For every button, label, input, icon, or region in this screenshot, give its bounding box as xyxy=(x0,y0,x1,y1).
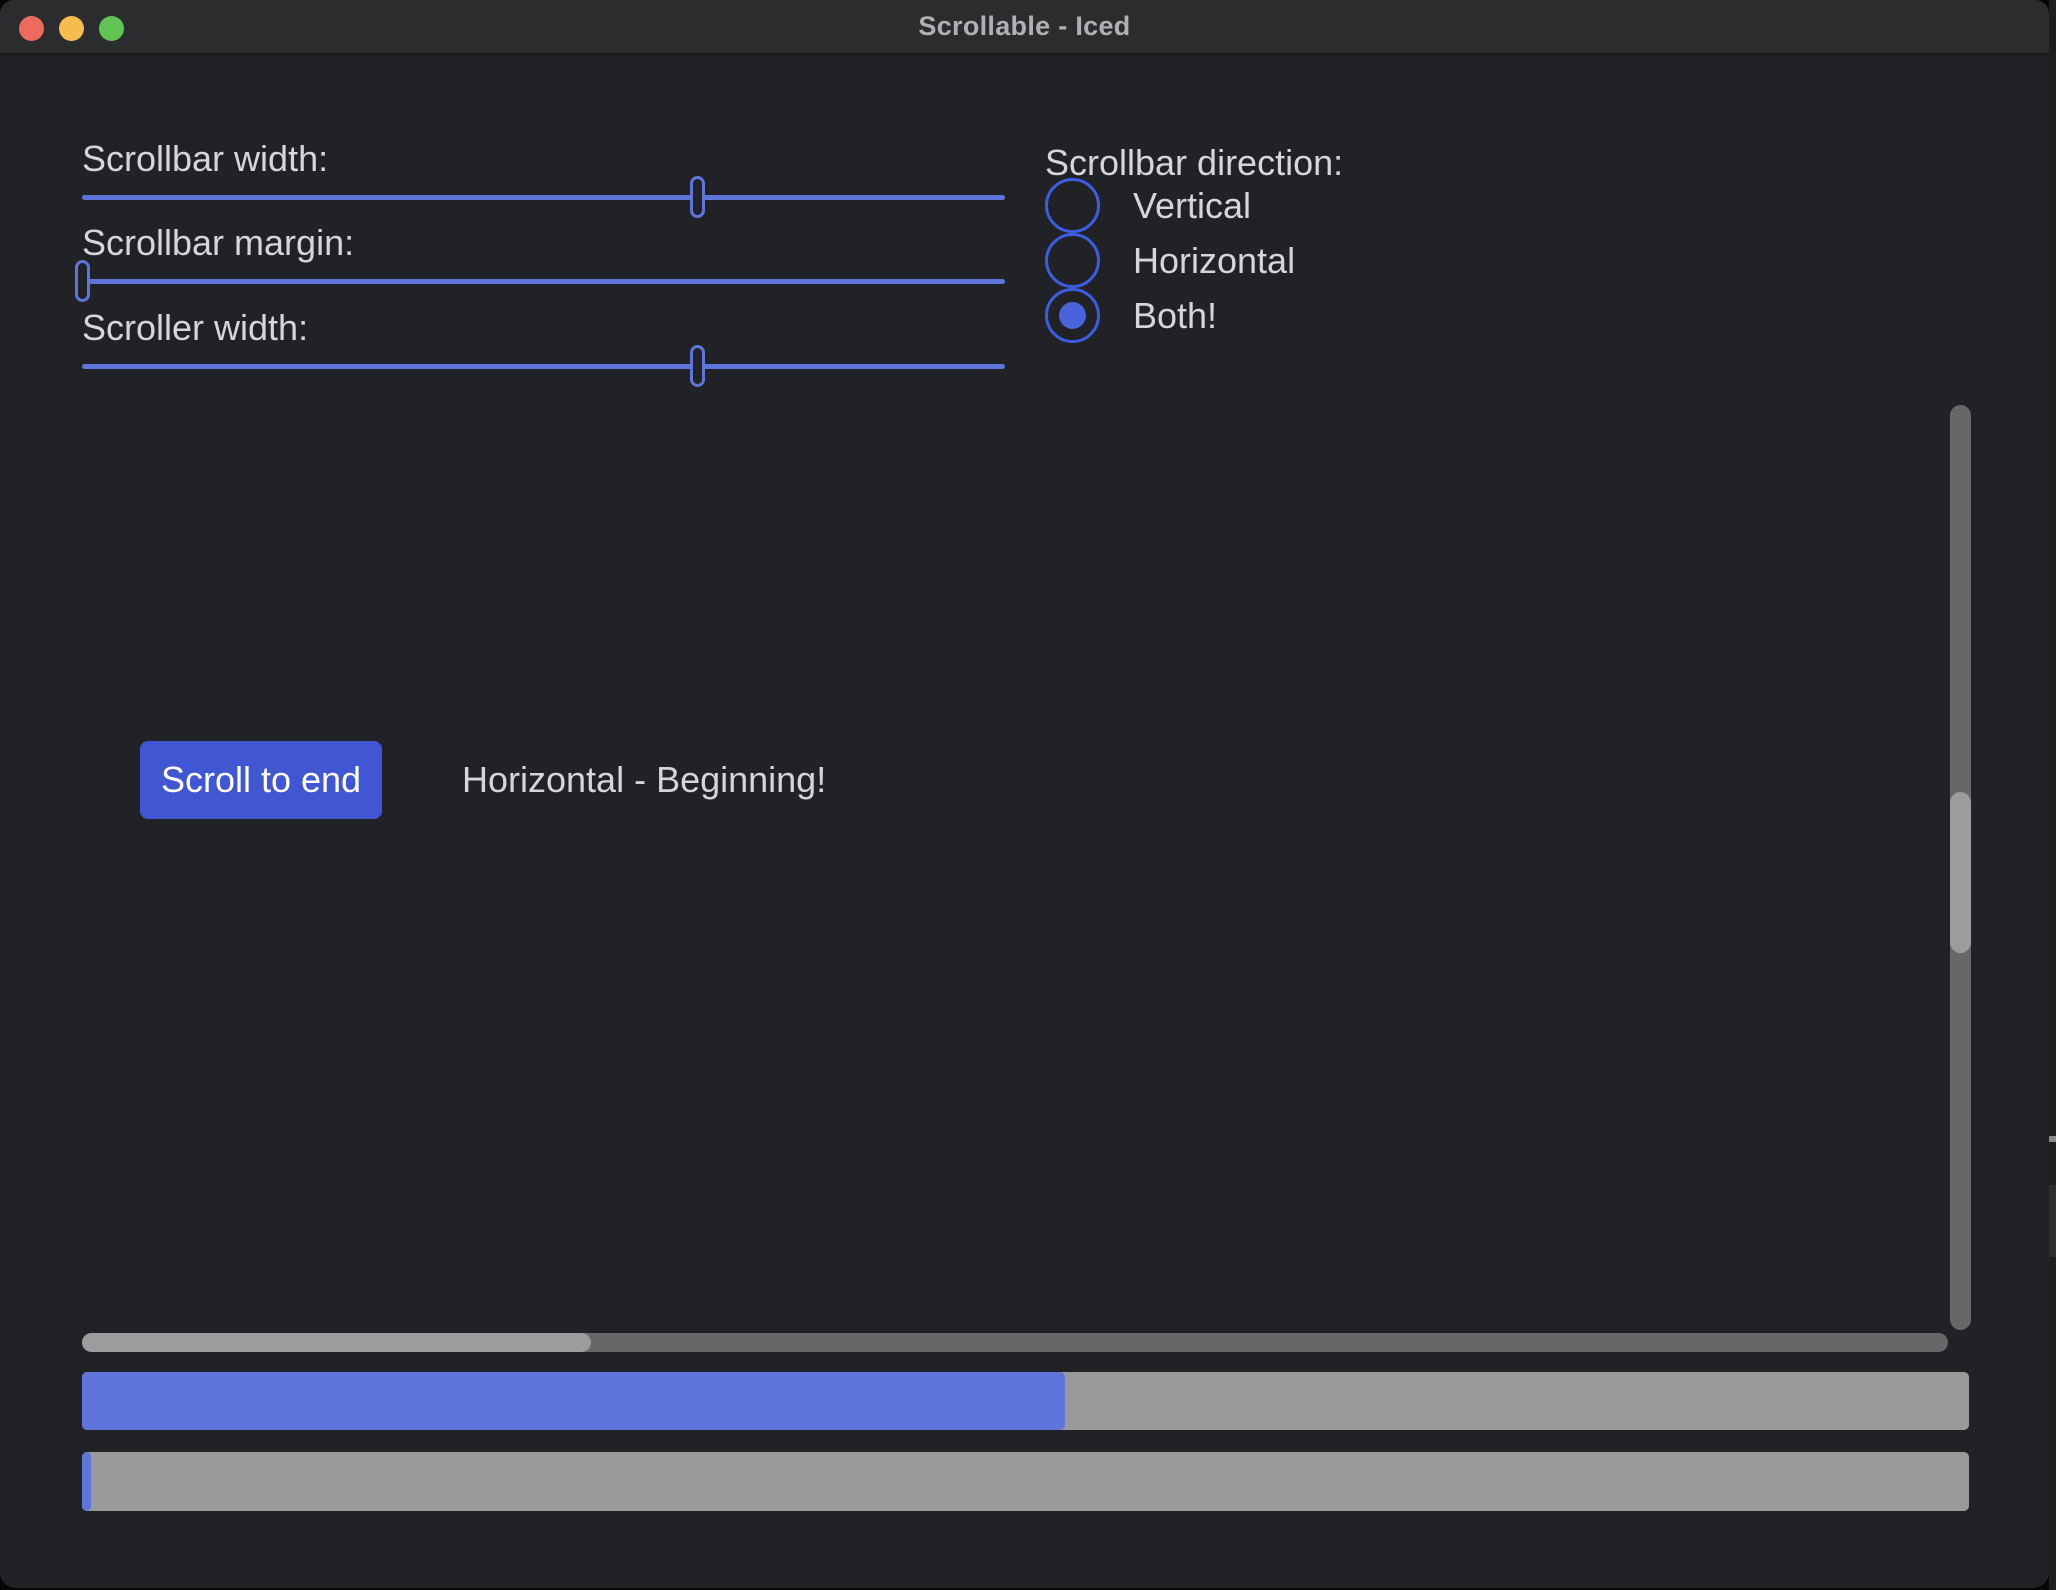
slider-rail[interactable] xyxy=(82,279,1005,284)
slider-handle[interactable] xyxy=(690,176,705,218)
app-window: Scrollable - Iced Scrollbar width: Scrol… xyxy=(0,0,2049,1588)
radio-circle[interactable] xyxy=(1045,288,1100,343)
slider-rail[interactable] xyxy=(82,364,1005,369)
scroll-to-end-button[interactable]: Scroll to end xyxy=(140,741,382,819)
radio-selected-dot xyxy=(1059,302,1086,329)
slider-handle[interactable] xyxy=(75,260,90,302)
background-window-fragment xyxy=(2049,1185,2056,1257)
slider-rail[interactable] xyxy=(82,195,1005,200)
zoom-button[interactable] xyxy=(99,16,124,41)
scrollbar-margin-label: Scrollbar margin: xyxy=(82,221,354,265)
scroller-width-label: Scroller width: xyxy=(82,306,308,350)
radio-option-vertical[interactable]: Vertical xyxy=(1045,178,1251,233)
progress-fill xyxy=(82,1372,1065,1430)
radio-label: Horizontal xyxy=(1133,240,1295,282)
traffic-lights xyxy=(19,16,124,41)
scrollbar-width-label: Scrollbar width: xyxy=(82,137,328,181)
vertical-scroll-progress-bar xyxy=(82,1372,1969,1430)
scrollbar-margin-slider[interactable] xyxy=(82,260,1005,302)
radio-option-both[interactable]: Both! xyxy=(1045,288,1217,343)
scroll-status-text: Horizontal - Beginning! xyxy=(462,741,826,819)
minimize-button[interactable] xyxy=(59,16,84,41)
progress-fill xyxy=(82,1452,91,1511)
vertical-scrollbar-thumb[interactable] xyxy=(1950,792,1971,953)
vertical-scrollbar-track[interactable] xyxy=(1950,405,1971,1330)
window-title: Scrollable - Iced xyxy=(918,11,1130,42)
slider-handle[interactable] xyxy=(690,345,705,387)
scrollbar-width-slider[interactable] xyxy=(82,176,1005,218)
title-bar: Scrollable - Iced xyxy=(0,0,2049,55)
radio-circle[interactable] xyxy=(1045,233,1100,288)
background-window-edge xyxy=(2049,0,2056,1590)
radio-label: Vertical xyxy=(1133,185,1251,227)
radio-option-horizontal[interactable]: Horizontal xyxy=(1045,233,1295,288)
horizontal-scrollbar-thumb[interactable] xyxy=(82,1333,591,1352)
radio-label: Both! xyxy=(1133,295,1217,337)
background-window-divider xyxy=(2049,1136,2056,1142)
scroller-width-slider[interactable] xyxy=(82,345,1005,387)
horizontal-scroll-progress-bar xyxy=(82,1452,1969,1511)
horizontal-scrollbar-track[interactable] xyxy=(82,1333,1948,1352)
radio-circle[interactable] xyxy=(1045,178,1100,233)
close-button[interactable] xyxy=(19,16,44,41)
